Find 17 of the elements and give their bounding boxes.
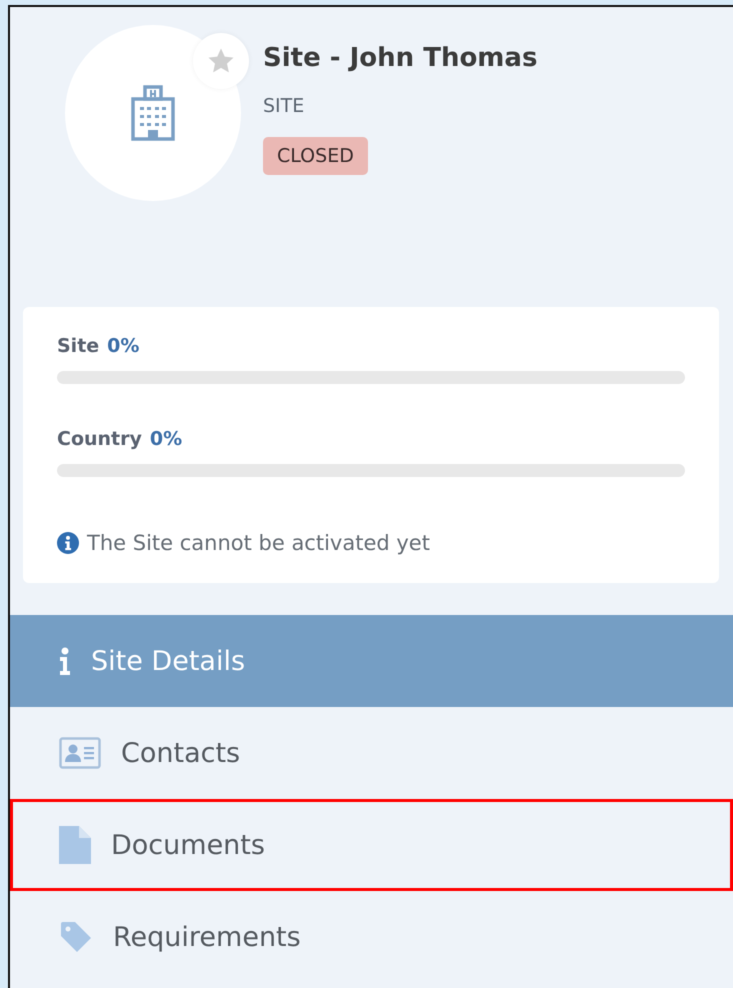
contact-card-icon: [59, 737, 101, 769]
progress-label: Country: [57, 428, 142, 450]
building-icon: [130, 85, 176, 141]
nav-item[interactable]: Documents: [10, 799, 733, 891]
site-title: Site - John Thomas: [263, 43, 538, 73]
status-badge: CLOSED: [263, 137, 368, 175]
progress-label: Site: [57, 335, 100, 357]
progress-percent: 0%: [107, 335, 140, 357]
progress-percent: 0%: [150, 428, 182, 450]
notice-text: The Site cannot be activated yet: [87, 531, 430, 555]
info-icon: [59, 647, 71, 675]
nav-item[interactable]: Contacts: [10, 707, 733, 799]
info-icon: [57, 532, 79, 554]
site-type: SITE: [263, 95, 304, 117]
document-icon: [59, 826, 91, 864]
tag-icon: [59, 920, 93, 954]
nav-item[interactable]: Requirements: [10, 891, 733, 983]
